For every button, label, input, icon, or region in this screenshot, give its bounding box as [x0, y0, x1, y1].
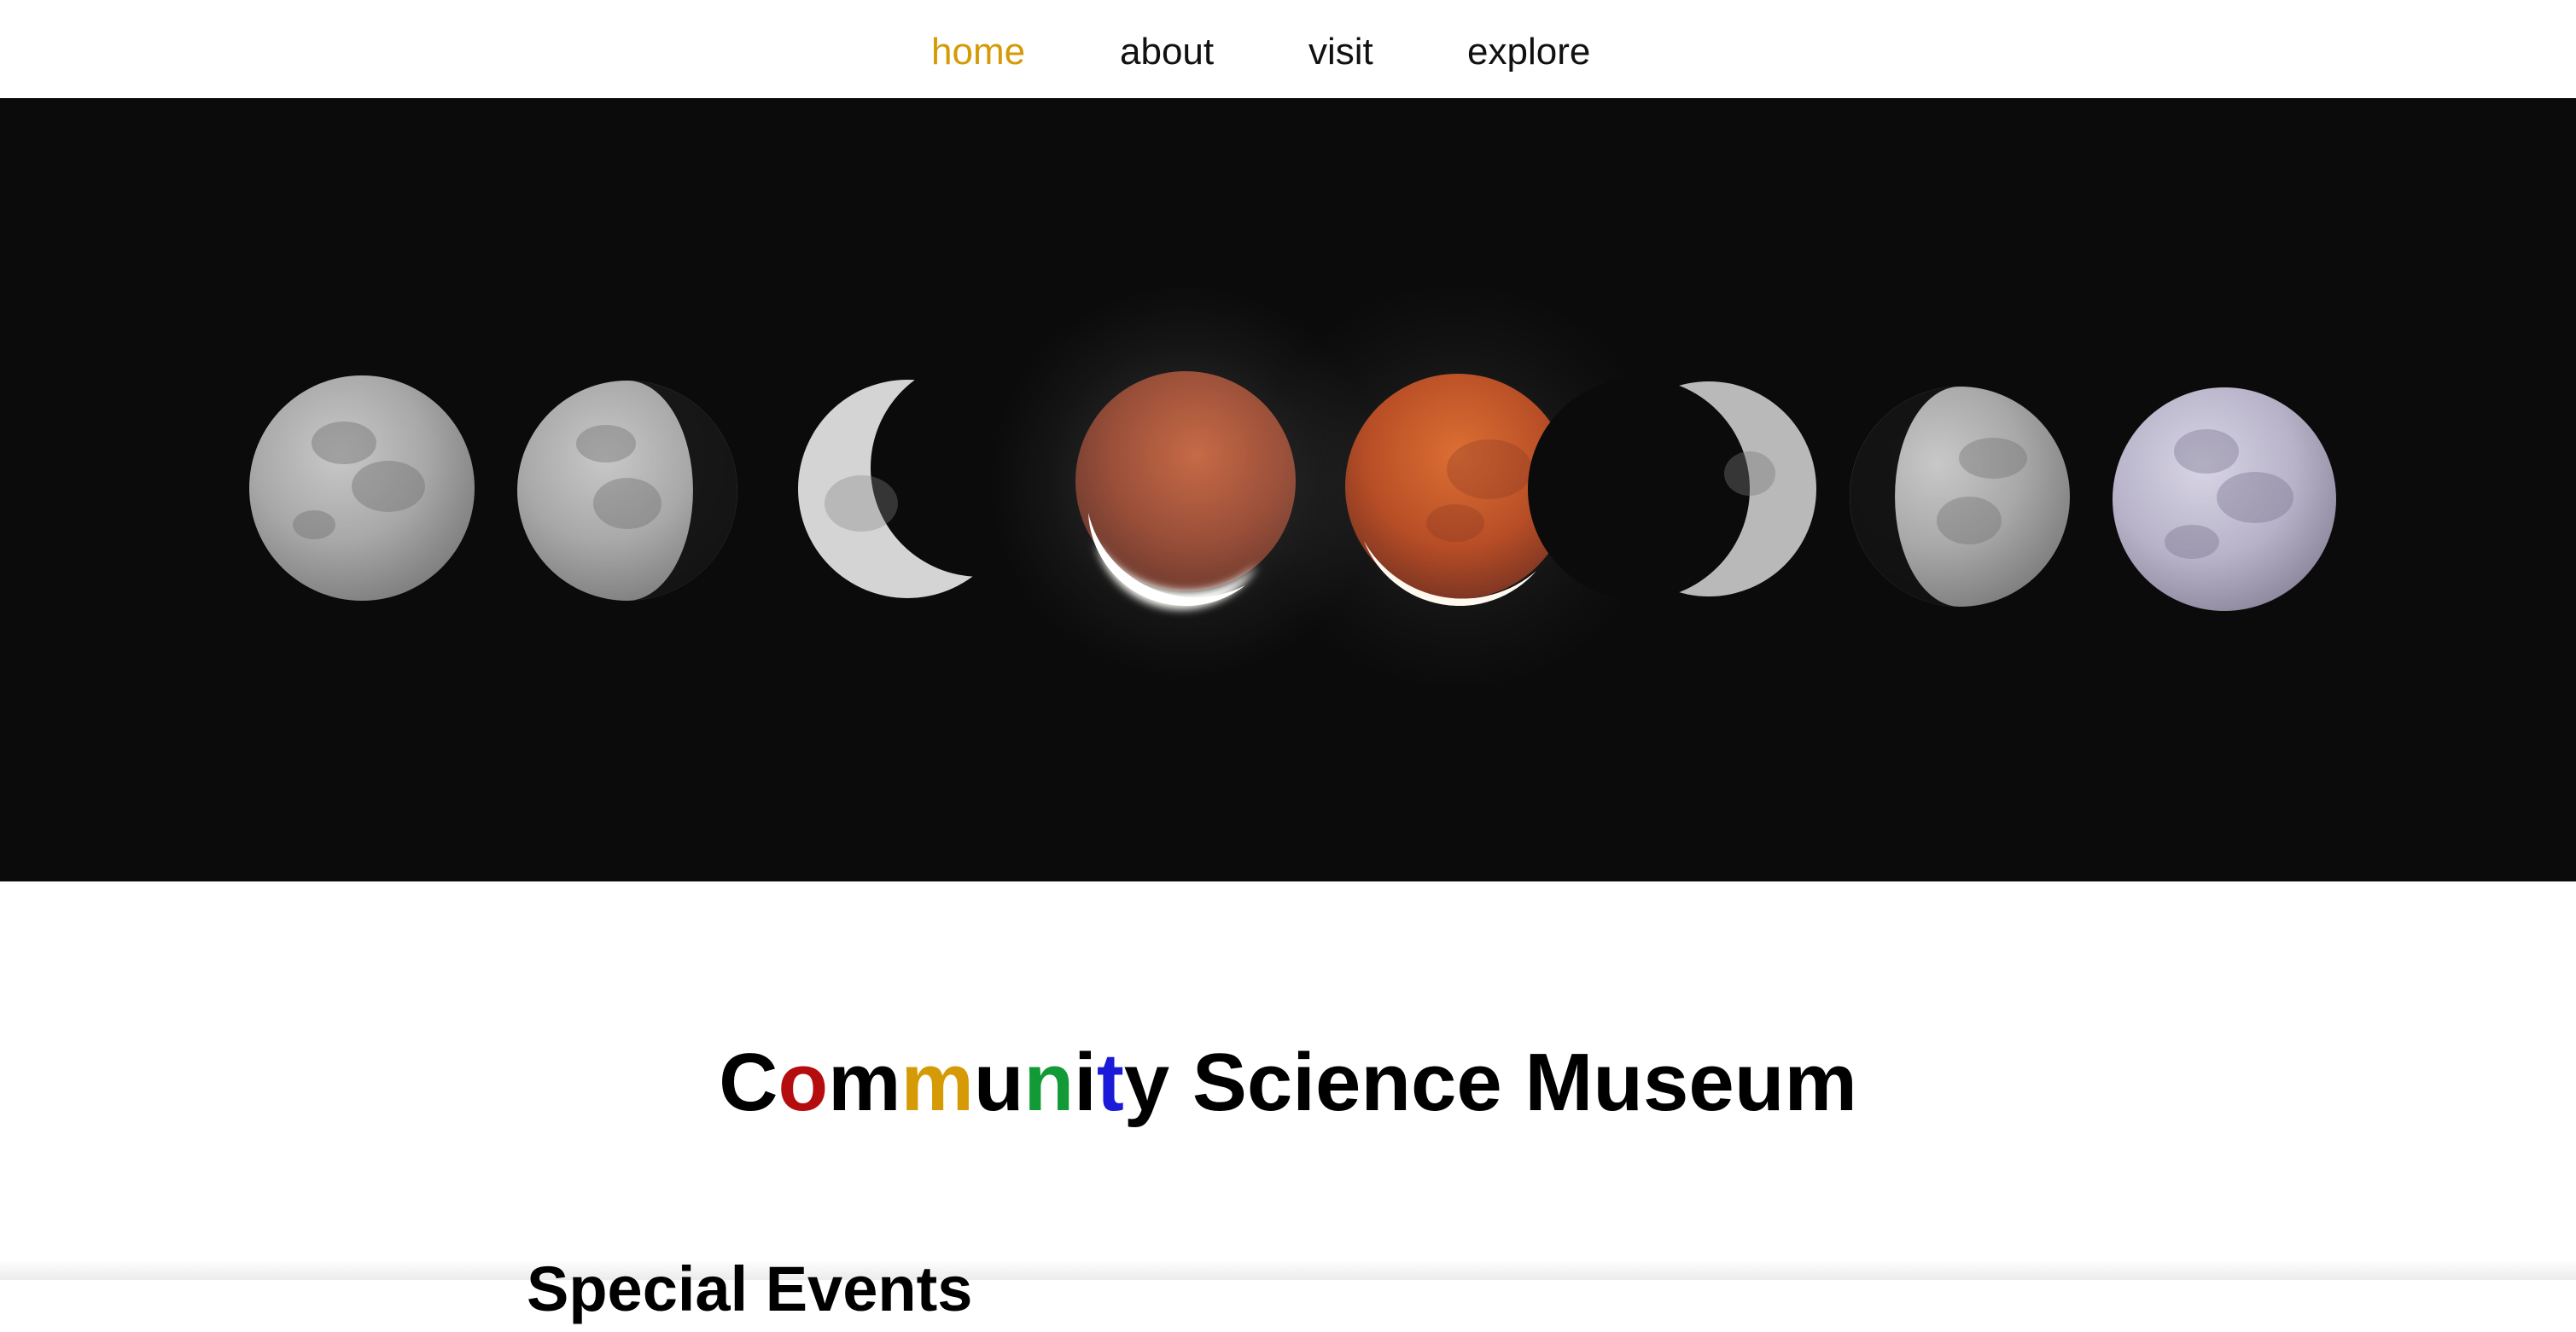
- special-events-heading: Special Events: [527, 1253, 973, 1325]
- nav-link-about[interactable]: about: [1120, 26, 1214, 79]
- title-letter: u: [1734, 1037, 1785, 1129]
- title-letter: t: [1096, 1037, 1124, 1129]
- title-letter: i: [1074, 1037, 1097, 1129]
- title-letter: u: [1593, 1037, 1644, 1129]
- title-letter: [1502, 1037, 1525, 1128]
- title-letter: m: [1784, 1037, 1857, 1129]
- top-navigation: home about visit explore: [0, 0, 2576, 98]
- page-title: Community Science Museum: [0, 1036, 2576, 1130]
- hero-eclipse-image: [0, 98, 2576, 881]
- title-letter: S: [1192, 1037, 1247, 1129]
- title-letter: c: [1246, 1037, 1293, 1129]
- title-letter: s: [1643, 1037, 1689, 1129]
- title-letter: C: [719, 1037, 778, 1129]
- title-letter: e: [1314, 1037, 1361, 1129]
- title-letter: n: [1023, 1037, 1075, 1129]
- nav-link-visit[interactable]: visit: [1308, 26, 1373, 79]
- nav-link-home[interactable]: home: [931, 26, 1025, 79]
- title-letter: n: [1361, 1037, 1411, 1129]
- title-letter: [1169, 1037, 1192, 1128]
- scroll-shadow: [0, 1259, 2576, 1280]
- title-letter: e: [1688, 1037, 1734, 1129]
- title-letter: c: [1410, 1037, 1457, 1129]
- nav-link-explore[interactable]: explore: [1467, 26, 1590, 79]
- title-letter: m: [900, 1037, 974, 1129]
- title-letter: u: [973, 1037, 1024, 1129]
- title-letter: i: [1292, 1037, 1315, 1129]
- title-letter: M: [1524, 1037, 1594, 1129]
- title-letter: o: [778, 1037, 829, 1129]
- title-letter: m: [828, 1037, 901, 1129]
- title-letter: y: [1123, 1037, 1170, 1129]
- title-letter: e: [1456, 1037, 1502, 1129]
- lunar-eclipse-phases-image: [0, 98, 2576, 881]
